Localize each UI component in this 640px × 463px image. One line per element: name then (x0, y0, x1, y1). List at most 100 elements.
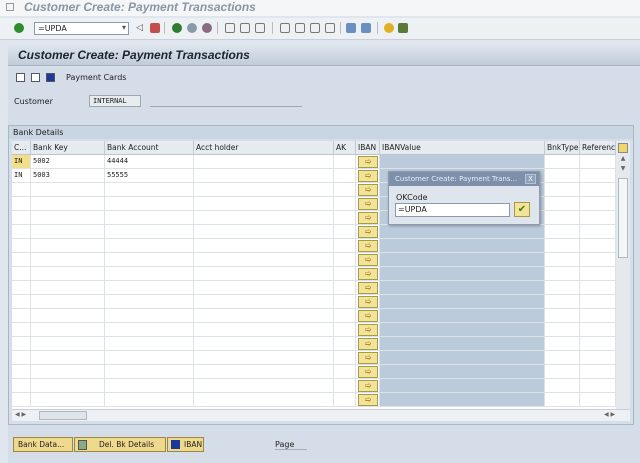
cell-c[interactable] (12, 239, 31, 253)
cell-bank-account[interactable] (105, 253, 194, 267)
column-header-bank-key[interactable]: Bank Key (31, 141, 105, 155)
cell-bank-type[interactable] (545, 365, 580, 379)
cell-bank-type[interactable] (545, 197, 580, 211)
cell-bank-account[interactable] (105, 225, 194, 239)
cell-acct-holder[interactable] (194, 225, 334, 239)
previous-page-icon[interactable] (295, 23, 305, 33)
cell-bank-key[interactable] (31, 183, 105, 197)
cell-c[interactable]: IN (12, 155, 31, 169)
cell-c[interactable] (12, 267, 31, 281)
iban-arrow-button[interactable]: ➯ (358, 324, 378, 336)
iban-arrow-button[interactable]: ➯ (358, 226, 378, 238)
cell-bank-key[interactable] (31, 365, 105, 379)
okcode-field[interactable]: =UPDA ▾ (34, 22, 129, 35)
other-customer-icon[interactable] (16, 73, 25, 82)
cell-bank-type[interactable] (545, 155, 580, 169)
cell-c[interactable] (12, 281, 31, 295)
bank-data-button[interactable]: Bank Data... (13, 437, 73, 452)
cell-bank-key[interactable] (31, 393, 105, 407)
iban-arrow-button[interactable]: ➯ (358, 282, 378, 294)
iban-arrow-button[interactable]: ➯ (358, 198, 378, 210)
cell-bank-type[interactable] (545, 295, 580, 309)
cell-acct-holder[interactable] (194, 295, 334, 309)
cell-reference[interactable] (580, 379, 616, 393)
next-page-icon[interactable] (310, 23, 320, 33)
cell-acct-holder[interactable] (194, 393, 334, 407)
column-header-reference[interactable]: Referenc (580, 141, 616, 155)
cell-ak[interactable] (334, 211, 356, 225)
column-header-c[interactable]: C... (12, 141, 31, 155)
column-header-bank-type[interactable]: BnkType (545, 141, 580, 155)
cell-acct-holder[interactable] (194, 323, 334, 337)
cell-bank-account[interactable] (105, 295, 194, 309)
back-arrow-icon[interactable]: ◁ (136, 23, 146, 33)
cell-bank-account[interactable] (105, 365, 194, 379)
cell-reference[interactable] (580, 281, 616, 295)
iban-arrow-button[interactable]: ➯ (358, 240, 378, 252)
cell-bank-key[interactable] (31, 281, 105, 295)
close-icon[interactable]: X (525, 174, 536, 184)
cell-ak[interactable] (334, 197, 356, 211)
horizontal-scrollbar[interactable]: ◀ ▶ ◀ ▶ (12, 409, 630, 421)
cell-bank-key[interactable] (31, 337, 105, 351)
vertical-scrollbar[interactable]: ▲ ▼ (616, 155, 630, 409)
cell-acct-holder[interactable] (194, 267, 334, 281)
cell-bank-key[interactable] (31, 309, 105, 323)
cell-c[interactable] (12, 365, 31, 379)
column-header-ak[interactable]: AK (334, 141, 356, 155)
cell-bank-type[interactable] (545, 253, 580, 267)
cell-bank-type[interactable] (545, 393, 580, 407)
iban-arrow-button[interactable]: ➯ (358, 296, 378, 308)
iban-arrow-button[interactable]: ➯ (358, 254, 378, 266)
cell-bank-account[interactable] (105, 379, 194, 393)
cell-ak[interactable] (334, 155, 356, 169)
cell-bank-key[interactable] (31, 239, 105, 253)
cell-c[interactable] (12, 351, 31, 365)
cell-bank-account[interactable] (105, 337, 194, 351)
cell-ak[interactable] (334, 309, 356, 323)
iban-arrow-button[interactable]: ➯ (358, 380, 378, 392)
find-next-icon[interactable] (255, 23, 265, 33)
cell-c[interactable] (12, 197, 31, 211)
cell-reference[interactable] (580, 295, 616, 309)
cell-acct-holder[interactable] (194, 309, 334, 323)
menu-icon[interactable] (6, 3, 14, 11)
cell-bank-key[interactable] (31, 211, 105, 225)
cell-reference[interactable] (580, 239, 616, 253)
cell-c[interactable] (12, 183, 31, 197)
column-header-acct-holder[interactable]: Acct holder (194, 141, 334, 155)
cell-bank-key[interactable] (31, 267, 105, 281)
cell-bank-key[interactable] (31, 225, 105, 239)
cell-ak[interactable] (334, 225, 356, 239)
column-header-iban[interactable]: IBAN (356, 141, 380, 155)
horizontal-scroll-thumb[interactable] (39, 411, 87, 420)
cell-bank-type[interactable] (545, 239, 580, 253)
iban-arrow-button[interactable]: ➯ (358, 366, 378, 378)
cell-bank-key[interactable]: 5003 (31, 169, 105, 183)
cell-ak[interactable] (334, 253, 356, 267)
first-page-icon[interactable] (280, 23, 290, 33)
cell-ak[interactable] (334, 295, 356, 309)
chevron-down-icon[interactable]: ▾ (122, 23, 126, 32)
cell-reference[interactable] (580, 211, 616, 225)
cell-bank-key[interactable] (31, 323, 105, 337)
cell-ak[interactable] (334, 351, 356, 365)
cell-bank-type[interactable] (545, 183, 580, 197)
cell-acct-holder[interactable] (194, 183, 334, 197)
cell-bank-type[interactable] (545, 225, 580, 239)
cell-ak[interactable] (334, 323, 356, 337)
cell-reference[interactable] (580, 393, 616, 407)
cell-c[interactable]: IN (12, 169, 31, 183)
enter-icon[interactable] (14, 23, 24, 33)
cell-bank-account[interactable] (105, 197, 194, 211)
iban-arrow-button[interactable]: ➯ (358, 338, 378, 350)
iban-arrow-button[interactable]: ➯ (358, 268, 378, 280)
iban-arrow-button[interactable]: ➯ (358, 170, 378, 182)
cell-bank-type[interactable] (545, 267, 580, 281)
cell-c[interactable] (12, 337, 31, 351)
cell-ak[interactable] (334, 183, 356, 197)
iban-arrow-button[interactable]: ➯ (358, 156, 378, 168)
scroll-thumb[interactable] (618, 178, 628, 258)
column-header-iban-value[interactable]: IBANValue (380, 141, 545, 155)
cell-bank-account[interactable] (105, 351, 194, 365)
